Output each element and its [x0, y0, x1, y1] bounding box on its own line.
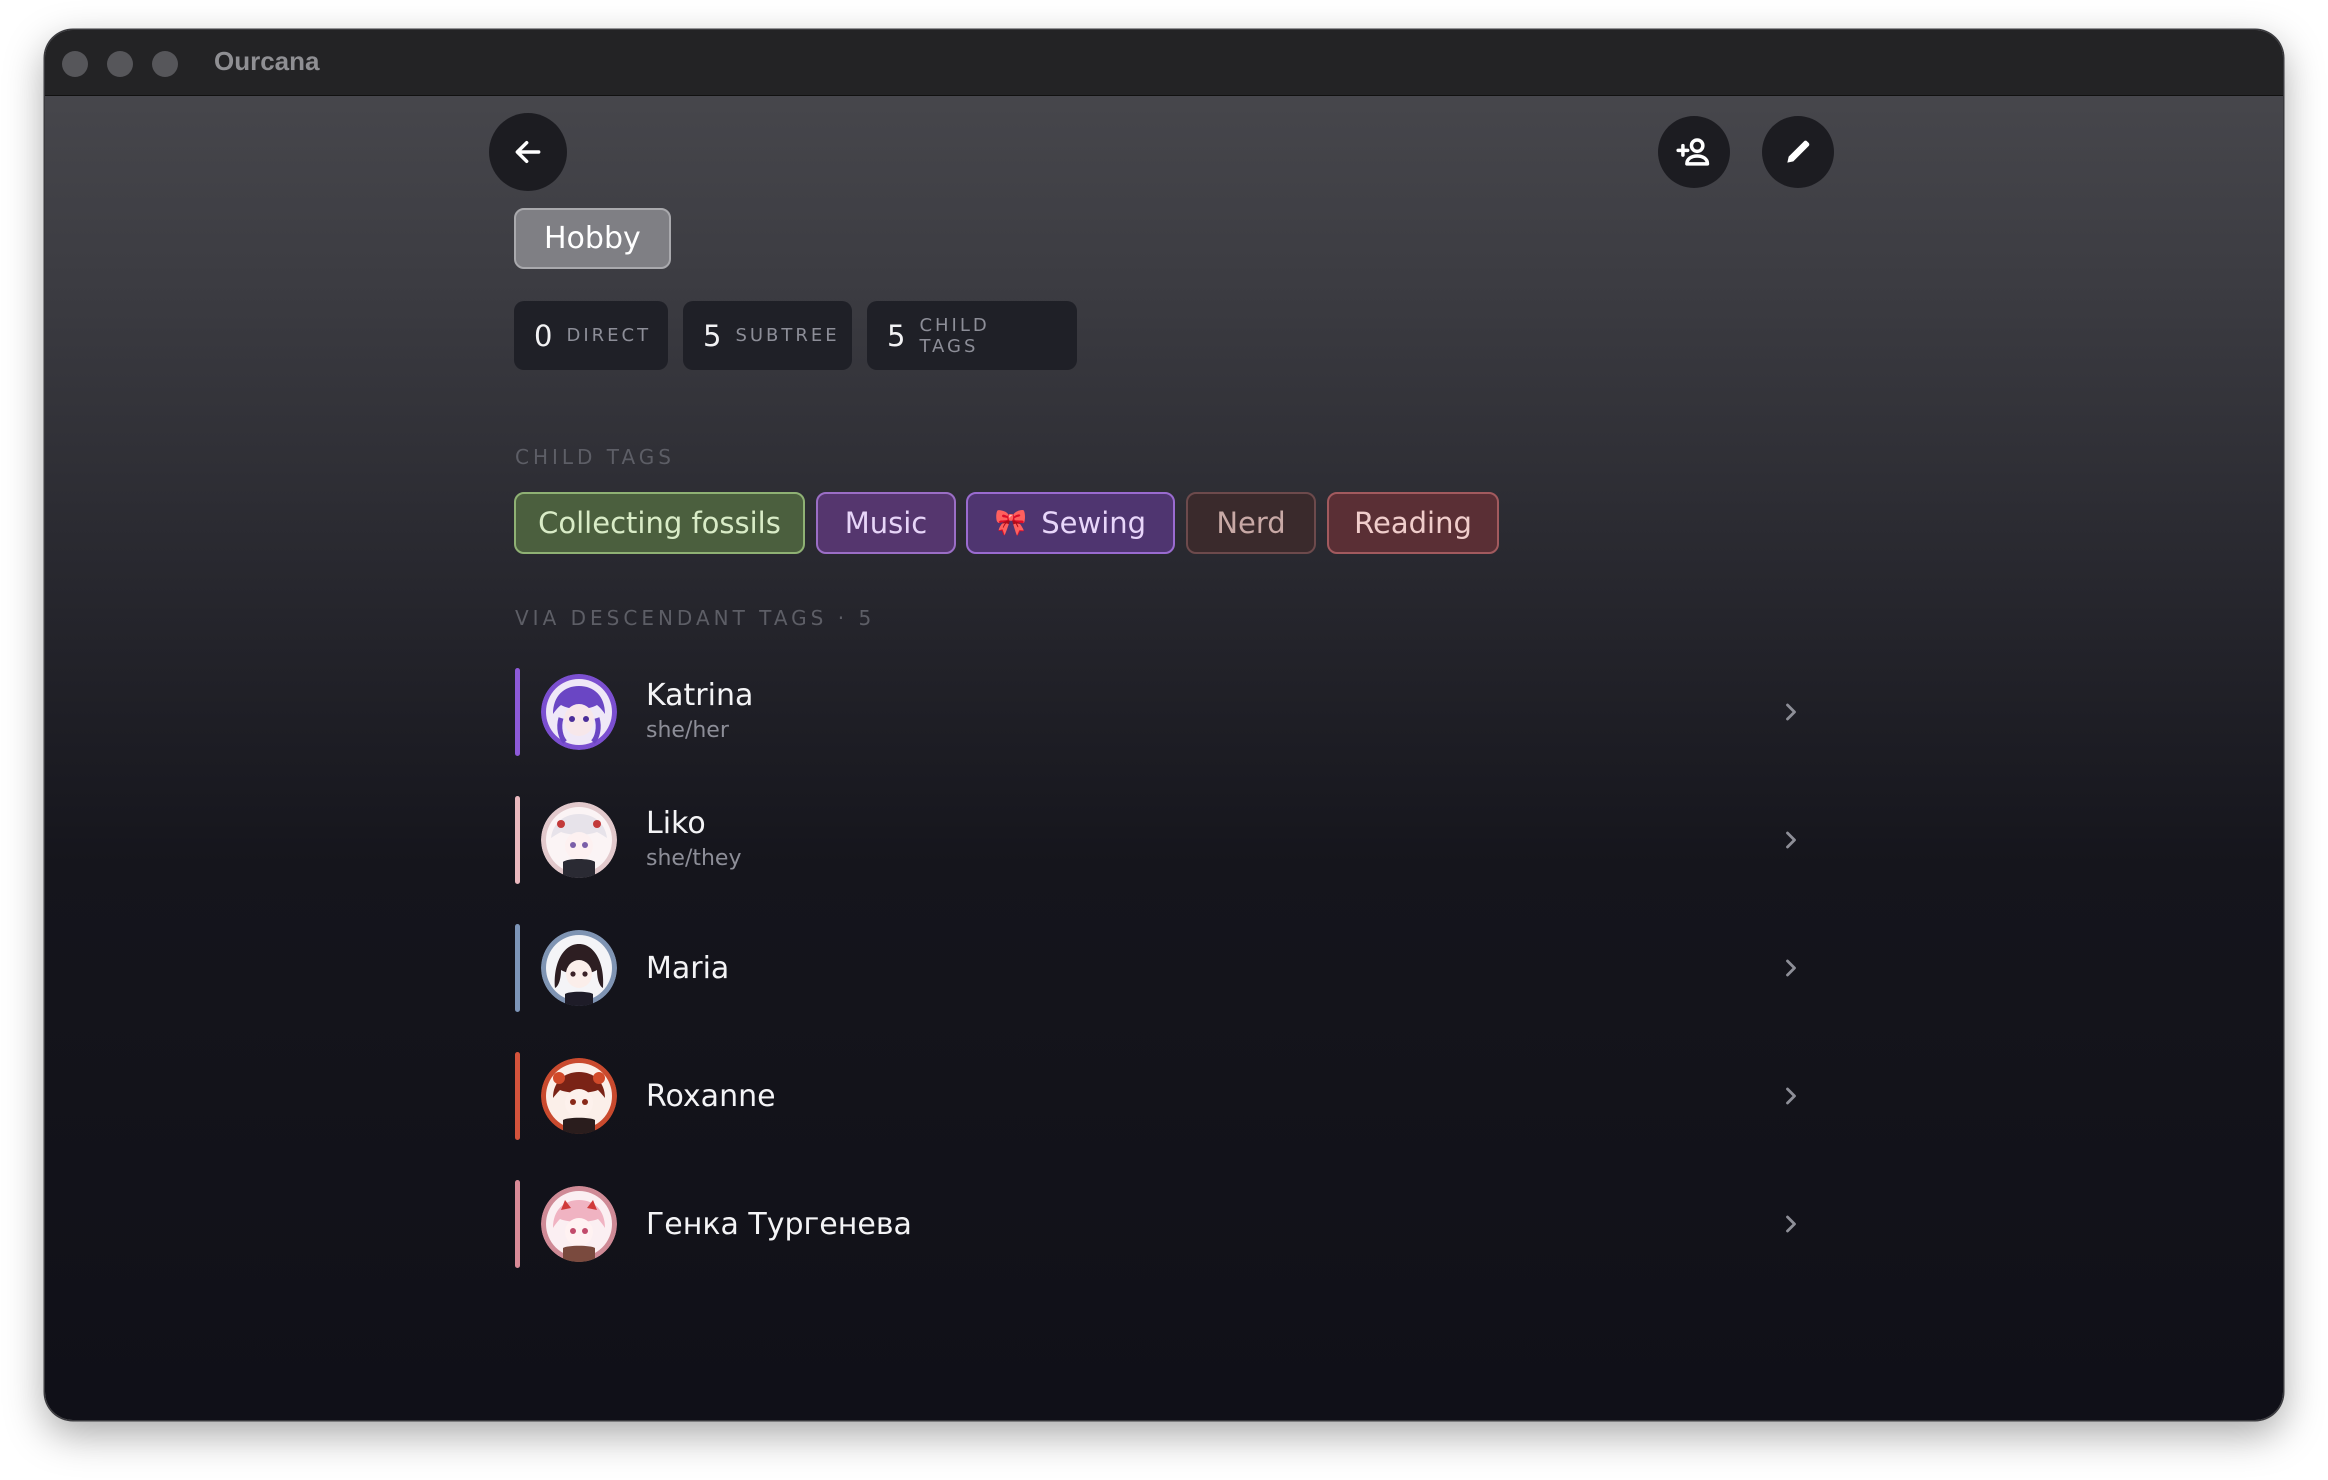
- back-button[interactable]: [489, 113, 567, 191]
- ribbon-emoji-icon: 🎀: [994, 508, 1028, 538]
- stat-subtree: 5 SUBTREE: [683, 301, 852, 370]
- child-tag-reading[interactable]: Reading: [1327, 492, 1499, 554]
- minimize-window-button[interactable]: [107, 51, 133, 77]
- edit-button[interactable]: [1762, 116, 1834, 188]
- avatar: [541, 802, 617, 878]
- tag-name-badge: Hobby: [514, 208, 671, 269]
- chevron-right-icon: [1786, 1215, 1796, 1233]
- arrow-left-icon: [515, 140, 541, 164]
- stat-subtree-value: 5: [703, 318, 722, 353]
- child-tag-music[interactable]: Music: [816, 492, 956, 554]
- descendant-tags-heading: VIA DESCENDANT TAGS · 5: [515, 606, 876, 630]
- member-accent-bar: [515, 1052, 520, 1140]
- zoom-window-button[interactable]: [152, 51, 178, 77]
- member-accent-bar: [515, 796, 520, 884]
- member-row-roxanne[interactable]: Roxanne: [515, 1052, 1805, 1140]
- child-tag-label: Reading: [1354, 506, 1472, 540]
- member-name: Katrina: [646, 678, 754, 713]
- pencil-icon: [1787, 140, 1810, 163]
- member-name: Генка Тургенева: [646, 1207, 912, 1242]
- close-window-button[interactable]: [62, 51, 88, 77]
- member-pronouns: she/her: [646, 718, 729, 743]
- child-tag-label: Nerd: [1216, 506, 1286, 540]
- chevron-right-icon: [1786, 959, 1796, 977]
- chevron-right-icon: [1786, 1087, 1796, 1105]
- child-tag-label: Collecting fossils: [538, 506, 781, 540]
- member-name: Roxanne: [646, 1079, 776, 1114]
- stat-direct-value: 0: [534, 318, 553, 353]
- title-bar: Ourcana: [45, 30, 2283, 96]
- chevron-right-icon: [1786, 703, 1796, 721]
- avatar: [541, 674, 617, 750]
- avatar: [541, 930, 617, 1006]
- add-member-button[interactable]: [1658, 116, 1730, 188]
- stat-direct: 0 DIRECT: [514, 301, 668, 370]
- stat-child-tags-value: 5: [887, 318, 906, 353]
- member-pronouns: she/they: [646, 846, 742, 871]
- stat-child-tags-label: CHILD TAGS: [919, 314, 990, 357]
- child-tag-collecting-fossils[interactable]: Collecting fossils: [514, 492, 805, 554]
- avatar: [541, 1058, 617, 1134]
- member-row-maria[interactable]: Maria: [515, 924, 1805, 1012]
- app-window: Ourcana Hobby 0 DIRECT 5 SUBTREE 5 CHILD…: [45, 30, 2283, 1420]
- member-accent-bar: [515, 924, 520, 1012]
- child-tags-heading: CHILD TAGS: [515, 445, 675, 469]
- member-name: Maria: [646, 951, 730, 986]
- child-tag-label: Sewing: [1041, 506, 1147, 540]
- member-row-liko[interactable]: Liko she/they: [515, 796, 1805, 884]
- child-tag-sewing[interactable]: 🎀 Sewing: [966, 492, 1175, 554]
- person-add-icon: [1676, 138, 1710, 166]
- stat-child-tags: 5 CHILD TAGS: [867, 301, 1077, 370]
- stat-subtree-label: SUBTREE: [735, 325, 840, 346]
- stat-direct-label: DIRECT: [566, 325, 652, 346]
- member-row-katrina[interactable]: Katrina she/her: [515, 668, 1805, 756]
- child-tag-nerd[interactable]: Nerd: [1186, 492, 1316, 554]
- chevron-right-icon: [1786, 831, 1796, 849]
- child-tag-label: Music: [844, 506, 928, 540]
- avatar: [541, 1186, 617, 1262]
- member-accent-bar: [515, 1180, 520, 1268]
- member-row-genka[interactable]: Генка Тургенева: [515, 1180, 1805, 1268]
- member-name: Liko: [646, 806, 706, 841]
- member-accent-bar: [515, 668, 520, 756]
- window-title: Ourcana: [214, 46, 320, 76]
